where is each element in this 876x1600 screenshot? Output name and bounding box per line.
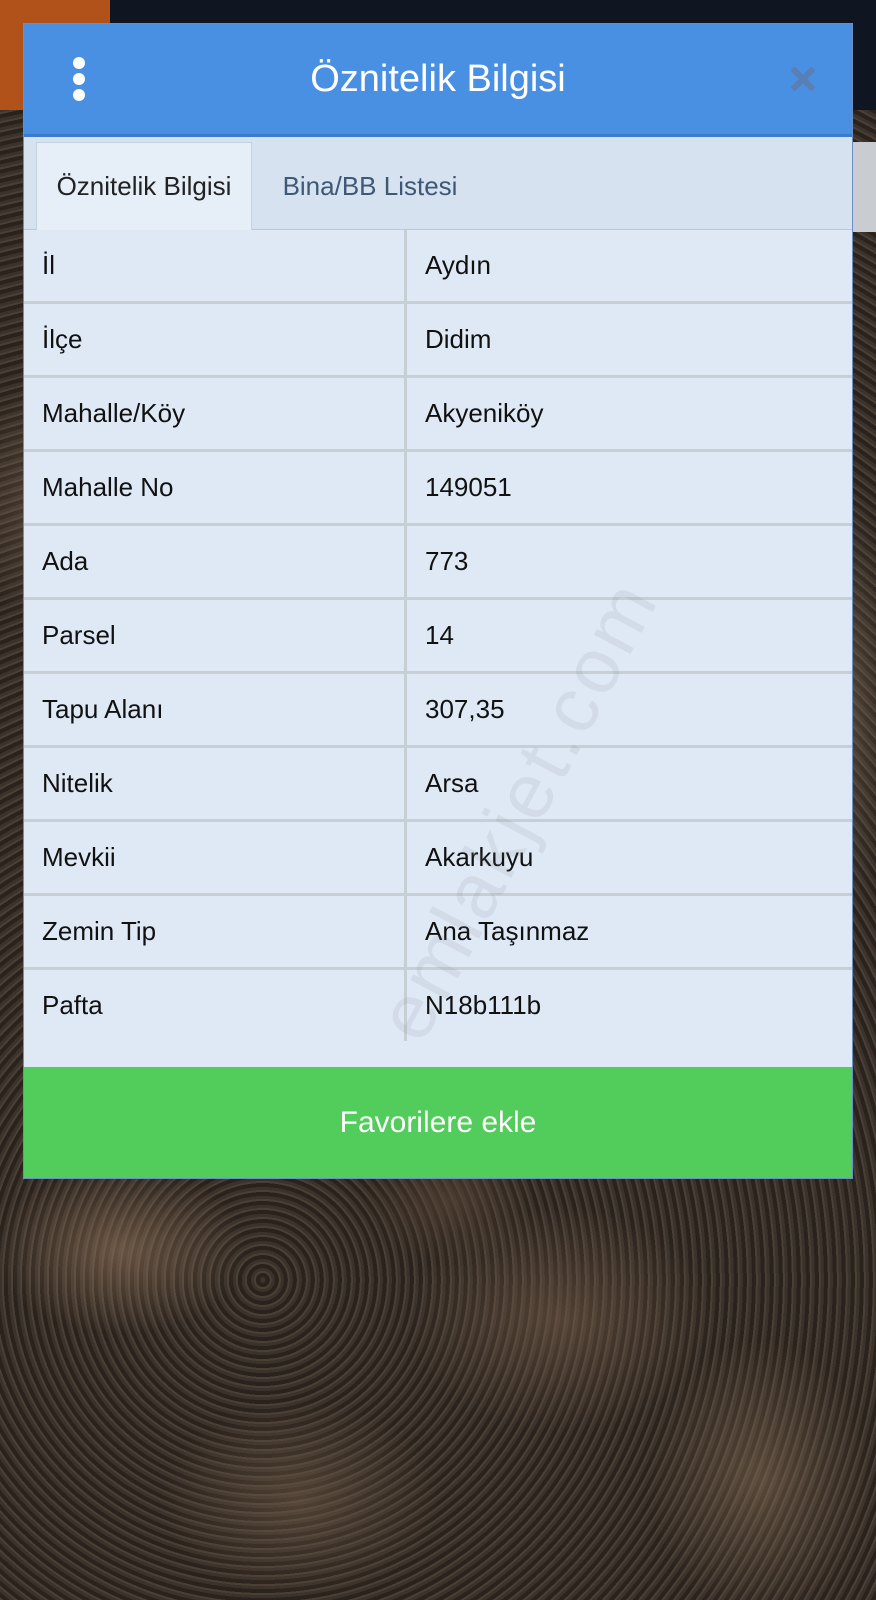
attribute-value: Arsa <box>405 746 852 822</box>
table-row: Tapu Alanı 307,35 <box>24 672 852 748</box>
attribute-info-dialog: Öznitelik Bilgisi Öznitelik Bilgisi Bina… <box>24 24 852 1178</box>
attribute-key: İl <box>24 230 407 304</box>
attribute-key: Nitelik <box>24 746 407 822</box>
table-row: Nitelik Arsa <box>24 746 852 822</box>
attribute-key: Pafta <box>24 968 407 1041</box>
attribute-value: 773 <box>405 524 852 600</box>
table-row: İl Aydın <box>24 230 852 304</box>
attribute-value: Didim <box>405 302 852 378</box>
attribute-value: Akyeniköy <box>405 376 852 452</box>
table-row: Mevkii Akarkuyu <box>24 820 852 896</box>
vertical-dots-icon[interactable] <box>72 57 86 101</box>
right-edge-map-control[interactable] <box>848 142 876 232</box>
attribute-value: 307,35 <box>405 672 852 748</box>
close-icon[interactable] <box>786 62 820 96</box>
attribute-key: İlçe <box>24 302 407 378</box>
tab-building-list[interactable]: Bina/BB Listesi <box>260 143 480 229</box>
dialog-title: Öznitelik Bilgisi <box>310 58 566 100</box>
attribute-value: Akarkuyu <box>405 820 852 896</box>
attribute-value: Aydın <box>405 230 852 304</box>
attribute-key: Parsel <box>24 598 407 674</box>
attribute-key: Mahalle No <box>24 450 407 526</box>
tab-attribute-info[interactable]: Öznitelik Bilgisi <box>36 142 252 231</box>
table-row: Ada 773 <box>24 524 852 600</box>
tab-bar: Öznitelik Bilgisi Bina/BB Listesi <box>24 137 852 231</box>
table-row: Parsel 14 <box>24 598 852 674</box>
attribute-key: Tapu Alanı <box>24 672 407 748</box>
table-row: Mahalle No 149051 <box>24 450 852 526</box>
table-row: Zemin Tip Ana Taşınmaz <box>24 894 852 970</box>
attribute-key: Zemin Tip <box>24 894 407 970</box>
table-row: Pafta N18b111b <box>24 968 852 1041</box>
attribute-key: Mevkii <box>24 820 407 896</box>
attribute-value: 14 <box>405 598 852 674</box>
table-row: İlçe Didim <box>24 302 852 378</box>
attribute-key: Mahalle/Köy <box>24 376 407 452</box>
dialog-header: Öznitelik Bilgisi <box>24 24 852 137</box>
attribute-value: 149051 <box>405 450 852 526</box>
table-row: Mahalle/Köy Akyeniköy <box>24 376 852 452</box>
attribute-table: İl Aydın İlçe Didim Mahalle/Köy Akyenikö… <box>24 230 852 1041</box>
attribute-value: Ana Taşınmaz <box>405 894 852 970</box>
add-to-favorites-button[interactable]: Favorilere ekle <box>24 1067 852 1178</box>
attribute-key: Ada <box>24 524 407 600</box>
attribute-value: N18b111b <box>405 968 852 1041</box>
